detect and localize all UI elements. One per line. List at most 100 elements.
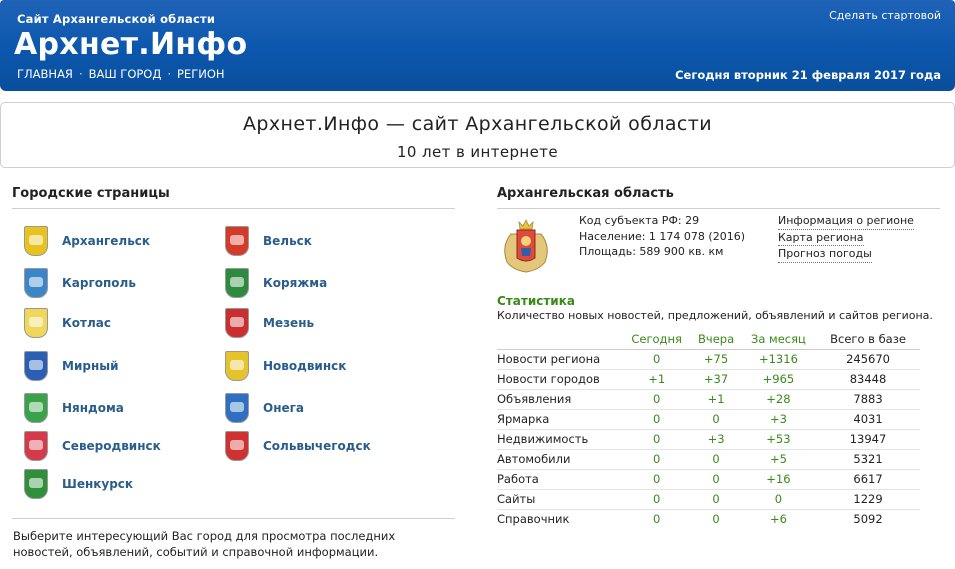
- shenkursk-crest-icon: [24, 469, 48, 499]
- city-item[interactable]: Сольвычегодск: [225, 431, 371, 461]
- stats-cell: +5: [740, 449, 817, 470]
- stats-cell: +28: [740, 389, 817, 410]
- welcome-banner: Архнет.Инфо — сайт Архангельской области…: [0, 102, 955, 168]
- current-date: Сегодня вторник 21 февраля 2017 года: [675, 68, 941, 82]
- city-item[interactable]: Шенкурск: [24, 469, 133, 499]
- site-logo-title[interactable]: Архнет.Инфо: [14, 27, 247, 62]
- city-item[interactable]: Онега: [225, 393, 304, 423]
- city-item[interactable]: Мирный: [24, 351, 119, 381]
- stats-row-label: Новости городов: [497, 369, 622, 390]
- city-link[interactable]: Котлас: [62, 316, 111, 330]
- stats-row-label: Работа: [497, 469, 622, 490]
- city-item[interactable]: Новодвинск: [225, 351, 346, 381]
- city-item[interactable]: Каргополь: [24, 268, 136, 298]
- stats-header-name: [497, 329, 622, 350]
- stats-row-label: Ярмарка: [497, 409, 622, 430]
- stats-cell: 0: [622, 429, 692, 450]
- severodvinsk-crest-icon: [24, 431, 48, 461]
- city-link[interactable]: Коряжма: [263, 276, 327, 290]
- city-link[interactable]: Каргополь: [62, 276, 136, 290]
- city-item[interactable]: Мезень: [225, 308, 314, 338]
- stats-row: Сайты 0 0 0 1229: [497, 489, 920, 510]
- city-link[interactable]: Архангельск: [62, 234, 150, 248]
- stats-cell: +75: [691, 349, 741, 370]
- stats-description: Количество новых новостей, предложений, …: [497, 309, 933, 322]
- stats-row: Ярмарка 0 0 +3 4031: [497, 409, 920, 430]
- kotlas-crest-icon: [24, 308, 48, 338]
- stats-row: Справочник 0 0 +6 5092: [497, 509, 920, 529]
- region-links: Информация о регионе Карта региона Прогн…: [778, 213, 914, 263]
- stats-cell: 1229: [816, 489, 920, 510]
- stats-cell: 0: [691, 469, 741, 490]
- city-item[interactable]: Северодвинск: [24, 431, 161, 461]
- stats-cell: 5321: [816, 449, 920, 470]
- stats-cell: +16: [740, 469, 817, 490]
- stats-row-label: Недвижимость: [497, 429, 622, 450]
- region-heading: Архангельская область: [497, 186, 674, 201]
- kargopol-crest-icon: [24, 268, 48, 298]
- stats-heading: Статистика: [497, 294, 575, 308]
- stats-cell: +1: [622, 369, 692, 390]
- city-link[interactable]: Вельск: [263, 234, 312, 248]
- region-code: Код субъекта РФ: 29: [579, 214, 700, 227]
- city-link[interactable]: Няндома: [62, 401, 124, 415]
- stats-row-label: Объявления: [497, 389, 622, 410]
- stats-cell: 0: [622, 389, 692, 410]
- stats-cell: 245670: [816, 349, 920, 370]
- make-start-page-link[interactable]: Сделать стартовой: [829, 9, 941, 22]
- nav-home-link[interactable]: ГЛАВНАЯ: [17, 67, 73, 81]
- stats-cell: 4031: [816, 409, 920, 430]
- stats-row: Новости городов +1 +37 +965 83448: [497, 369, 920, 390]
- region-population: Население: 1 174 078 (2016): [579, 229, 745, 243]
- city-link[interactable]: Мезень: [263, 316, 314, 330]
- cities-footer-divider: [12, 518, 455, 519]
- stats-cell: 0: [622, 489, 692, 510]
- stats-table: Сегодня Вчера За месяц Всего в базе Ново…: [497, 329, 920, 529]
- region-map-link[interactable]: Карта региона: [778, 230, 864, 246]
- city-item[interactable]: Няндома: [24, 393, 124, 423]
- stats-row-label: Справочник: [497, 512, 570, 527]
- city-link[interactable]: Мирный: [62, 359, 119, 373]
- cities-heading: Городские страницы: [12, 186, 170, 201]
- site-subtitle: Сайт Архангельской области: [17, 12, 216, 26]
- city-item[interactable]: Коряжма: [225, 268, 327, 298]
- city-item[interactable]: Вельск: [225, 226, 312, 256]
- stats-header-total: Всего в базе: [816, 329, 920, 350]
- stats-cell: 13947: [816, 429, 920, 450]
- city-link[interactable]: Северодвинск: [62, 439, 161, 453]
- stats-cell: +965: [740, 369, 817, 390]
- region-info-link[interactable]: Информация о регионе: [778, 213, 914, 230]
- region-divider: [497, 208, 940, 209]
- nav-your-city-link[interactable]: ВАШ ГОРОД: [89, 67, 162, 81]
- stats-header-month: За месяц: [740, 329, 817, 350]
- weather-forecast-link[interactable]: Прогноз погоды: [778, 246, 872, 263]
- stats-header-row: Сегодня Вчера За месяц Всего в базе: [497, 329, 920, 350]
- stats-row-label: Новости региона: [497, 349, 622, 370]
- city-link[interactable]: Шенкурск: [62, 477, 133, 491]
- banner-subtitle: 10 лет в интернете: [396, 143, 559, 161]
- stats-cell: 0: [622, 349, 692, 370]
- stats-cell: 0: [712, 512, 720, 527]
- stats-cell: 83448: [816, 369, 920, 390]
- city-link[interactable]: Сольвычегодск: [263, 439, 371, 453]
- banner-title: Архнет.Инфо — сайт Архангельской области: [243, 113, 712, 135]
- main-nav: ГЛАВНАЯ · ВАШ ГОРОД · РЕГИОН: [17, 67, 225, 81]
- city-link[interactable]: Новодвинск: [263, 359, 346, 373]
- nav-region-link[interactable]: РЕГИОН: [177, 67, 225, 81]
- city-item[interactable]: Архангельск: [24, 226, 150, 256]
- stats-row-label: Автомобили: [497, 449, 622, 470]
- stats-cell: +53: [740, 429, 817, 450]
- stats-cell: 0: [622, 469, 692, 490]
- mirny-crest-icon: [24, 351, 48, 381]
- city-link[interactable]: Онега: [263, 401, 304, 415]
- stats-cell: 0: [653, 512, 661, 527]
- stats-cell: 0: [691, 489, 741, 510]
- stats-cell: +3: [740, 409, 817, 430]
- stats-cell: +1: [691, 389, 741, 410]
- stats-header-today: Сегодня: [622, 329, 692, 350]
- stats-header-yesterday: Вчера: [691, 329, 741, 350]
- velsk-crest-icon: [225, 226, 249, 256]
- city-item[interactable]: Котлас: [24, 308, 111, 338]
- solvychegodsk-crest-icon: [225, 431, 249, 461]
- stats-cell: 6617: [816, 469, 920, 490]
